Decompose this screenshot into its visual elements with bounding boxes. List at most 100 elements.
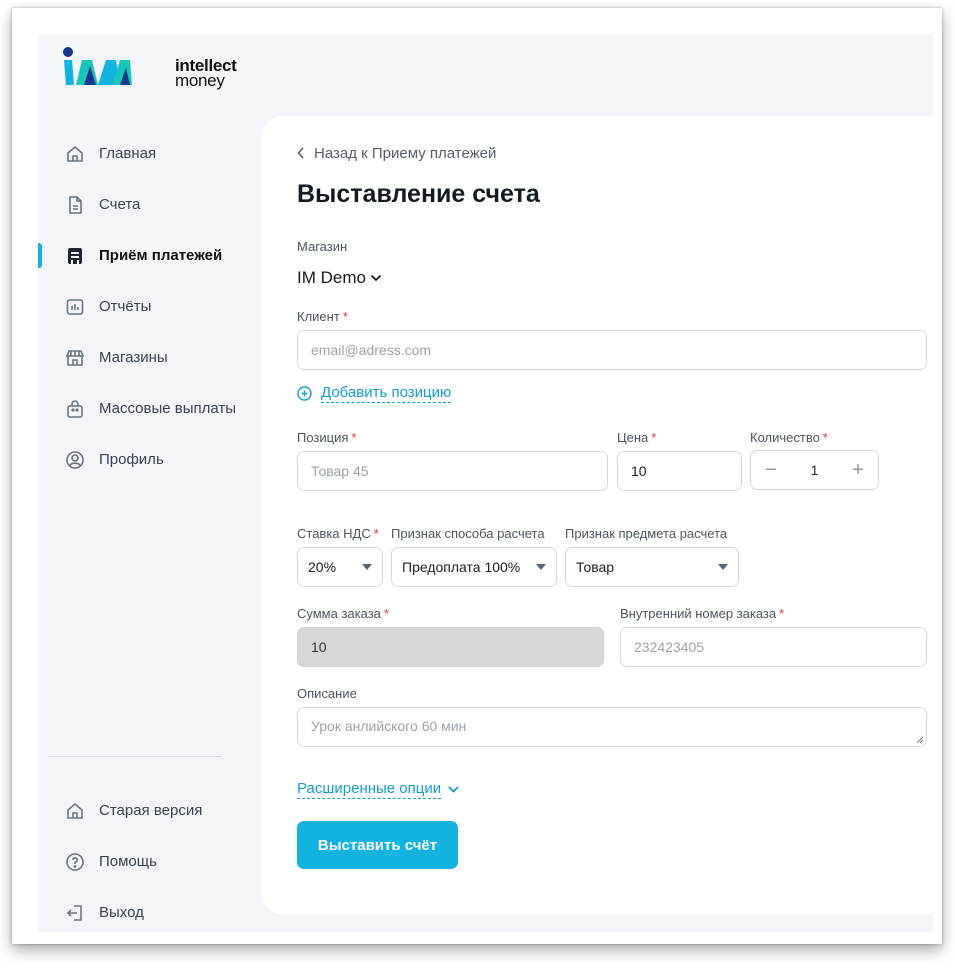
client-label-text: Клиент [297, 309, 340, 324]
home-icon [64, 143, 86, 165]
app-window: intellect money Главная Счета Приём плат… [38, 34, 933, 932]
sidebar-item-label: Помощь [99, 853, 157, 870]
sidebar-item-label: Отчёты [99, 298, 152, 315]
sidebar-item-mass-payouts[interactable]: Массовые выплаты [38, 383, 258, 434]
quantity-value[interactable]: 1 [811, 462, 819, 478]
position-input[interactable]: Товар 45 [297, 451, 608, 491]
sidebar-item-label: Массовые выплаты [99, 400, 237, 417]
payment-subject-select[interactable]: Товар [565, 547, 739, 587]
sidebar-bottom-nav: Старая версия Помощь Выход [38, 785, 258, 932]
sidebar-item-home[interactable]: Главная [38, 128, 258, 179]
sidebar-item-label: Главная [99, 145, 157, 162]
position-label-text: Позиция [297, 430, 349, 445]
logo-mark-icon [63, 47, 132, 85]
required-mark: * [373, 526, 379, 541]
help-icon [64, 851, 86, 873]
chevron-left-icon [297, 146, 305, 162]
sidebar-item-reports[interactable]: Отчёты [38, 281, 258, 332]
store-select-value: IM Demo [297, 268, 366, 287]
payment-subject-value: Товар [576, 559, 615, 575]
back-link[interactable]: Назад к Приему платежей [297, 145, 496, 162]
store-select[interactable]: IM Demo [297, 268, 382, 288]
price-label-text: Цена [617, 430, 649, 445]
sidebar-item-label: Приём платежей [99, 247, 223, 264]
submit-invoice-button[interactable]: Выставить счёт [297, 821, 458, 869]
home-icon [64, 800, 86, 822]
dropdown-caret-icon [362, 564, 372, 570]
sidebar-item-help[interactable]: Помощь [38, 836, 258, 887]
required-mark: * [383, 606, 389, 621]
order-number-input[interactable]: 232423405 [620, 627, 927, 667]
position-placeholder: Товар 45 [311, 463, 369, 479]
order-sum-label: Сумма заказа * [297, 606, 389, 621]
store-icon [64, 347, 86, 369]
payment-method-label: Признак способа расчета [391, 526, 545, 541]
payment-method-value: Предоплата 100% [402, 559, 521, 575]
sidebar-nav: Главная Счета Приём платежей Отчёты Мага… [38, 128, 258, 485]
report-icon [64, 296, 86, 318]
dropdown-caret-icon [536, 564, 546, 570]
add-position-label: Добавить позицию [321, 384, 452, 403]
sidebar-item-payments[interactable]: Приём платежей [38, 230, 258, 281]
client-email-placeholder: email@adress.com [311, 342, 432, 358]
sidebar-item-label: Счета [99, 196, 141, 213]
quantity-label-text: Количество [750, 430, 820, 445]
price-value: 10 [631, 463, 647, 479]
vat-label-text: Ставка НДС [297, 526, 371, 541]
chevron-down-icon [448, 786, 459, 793]
sidebar-item-label: Профиль [99, 451, 164, 468]
page-title: Выставление счета [297, 180, 540, 208]
intellect-money-logo[interactable]: intellect money [62, 44, 237, 89]
sidebar-item-invoices[interactable]: Счета [38, 179, 258, 230]
sidebar-item-old-version[interactable]: Старая версия [38, 785, 258, 836]
sidebar-item-label: Магазины [99, 349, 168, 366]
screenshot-frame: intellect money Главная Счета Приём плат… [12, 8, 942, 944]
order-number-label: Внутренний номер заказа * [620, 606, 784, 621]
dropdown-caret-icon [718, 564, 728, 570]
chevron-down-icon [370, 274, 382, 282]
required-mark: * [779, 606, 785, 621]
document-icon [64, 194, 86, 216]
plus-circle-icon [297, 386, 312, 401]
position-label: Позиция * [297, 430, 356, 445]
invoice-form-card: Назад к Приему платежей Выставление счет… [261, 116, 933, 914]
vat-select[interactable]: 20% [297, 547, 383, 587]
quantity-decrement-button[interactable]: − [763, 459, 779, 482]
sidebar-divider [48, 756, 221, 757]
payment-method-select[interactable]: Предоплата 100% [391, 547, 557, 587]
price-input[interactable]: 10 [617, 451, 742, 491]
back-link-label: Назад к Приему платежей [314, 145, 497, 162]
vat-select-value: 20% [308, 559, 337, 575]
quantity-increment-button[interactable]: + [850, 459, 866, 482]
advanced-options-toggle[interactable]: Расширенные опции [297, 780, 459, 799]
order-sum-field: 10 [297, 627, 604, 667]
sidebar-item-stores[interactable]: Магазины [38, 332, 258, 383]
vat-label: Ставка НДС * [297, 526, 379, 541]
quantity-label: Количество * [750, 430, 828, 445]
logo-text: intellect money [175, 57, 237, 90]
add-position-link[interactable]: Добавить позицию [297, 384, 452, 403]
logout-icon [64, 902, 86, 924]
description-label: Описание [297, 686, 357, 701]
quantity-stepper: − 1 + [750, 450, 879, 490]
client-email-input[interactable]: email@adress.com [297, 330, 927, 370]
payment-subject-label: Признак предмета расчета [565, 526, 728, 541]
required-mark: * [351, 430, 357, 445]
bag-icon [64, 398, 86, 420]
sidebar-item-profile[interactable]: Профиль [38, 434, 258, 485]
description-textarea[interactable]: Урок анлийского 60 мин [297, 707, 927, 747]
store-label: Магазин [297, 239, 348, 254]
client-label: Клиент * [297, 309, 348, 324]
sidebar-item-label: Старая версия [99, 802, 203, 819]
sidebar-item-label: Выход [99, 904, 144, 921]
order-number-label-text: Внутренний номер заказа [620, 606, 777, 621]
price-label: Цена * [617, 430, 656, 445]
required-mark: * [342, 309, 348, 324]
resize-grip-icon[interactable] [916, 736, 924, 744]
logo-text-line2: money [175, 71, 225, 90]
order-sum-value: 10 [311, 639, 327, 655]
sidebar-item-logout[interactable]: Выход [38, 887, 258, 932]
terminal-icon [64, 245, 86, 267]
required-mark: * [822, 430, 828, 445]
profile-icon [64, 449, 86, 471]
